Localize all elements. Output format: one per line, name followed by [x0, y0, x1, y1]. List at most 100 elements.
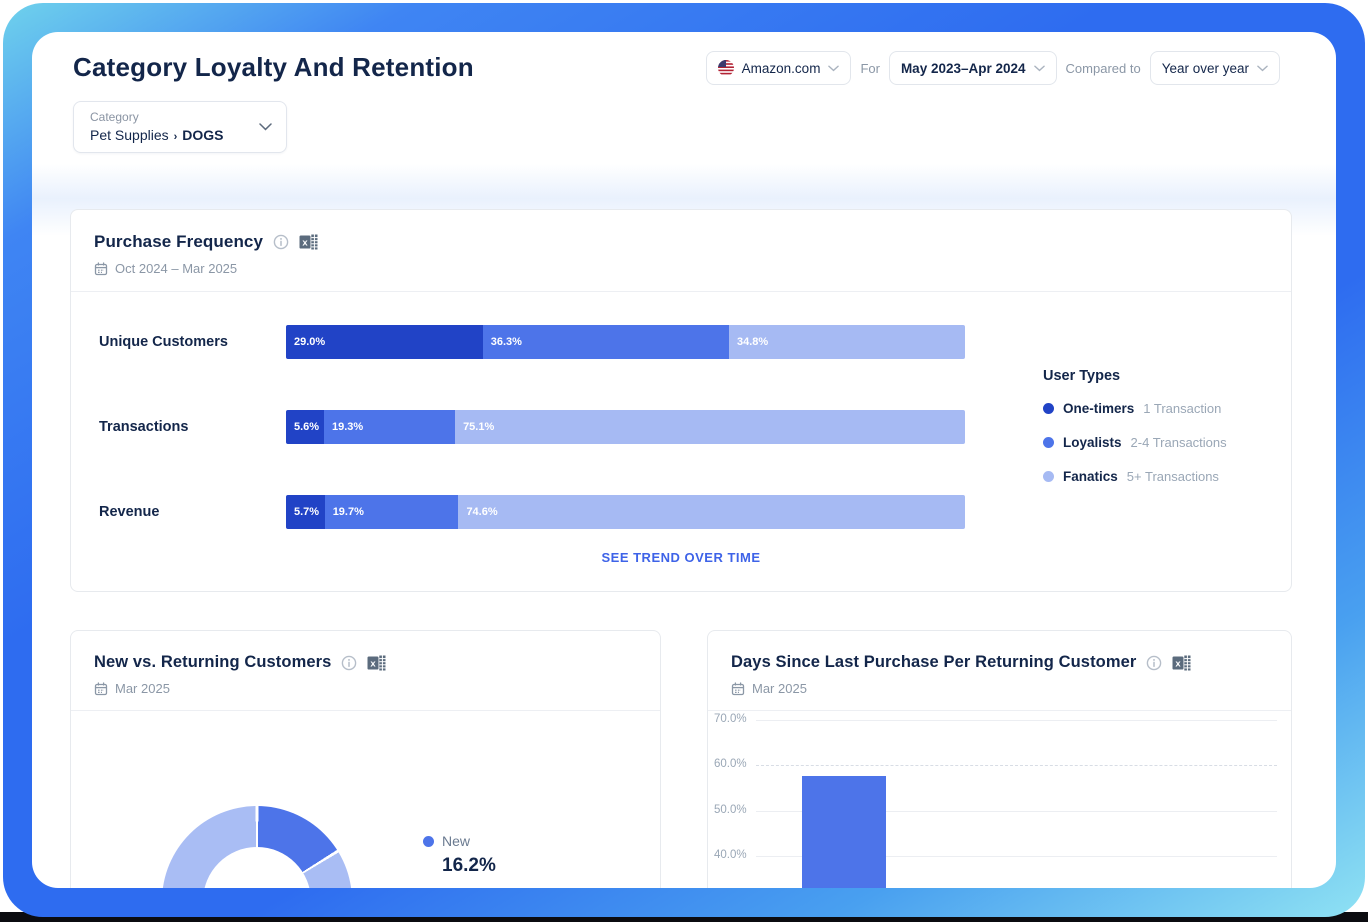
info-icon[interactable] [273, 234, 289, 250]
calendar-icon [731, 682, 745, 696]
bar-segment-loyalists: 19.7% [325, 495, 459, 529]
stacked-bar: 5.6% 19.3% 75.1% [286, 410, 965, 444]
bar-row-label: Revenue [99, 504, 159, 520]
category-separator: › [174, 131, 178, 143]
y-axis-tick-label: 60.0% [714, 758, 747, 770]
legend-item-loyalists: Loyalists 2-4 Transactions [1043, 435, 1283, 450]
bar-segment-loyalists: 19.3% [324, 410, 455, 444]
card-header-divider [71, 291, 1291, 292]
period-dropdown-value: May 2023–Apr 2024 [901, 61, 1026, 76]
new-vs-returning-card: New vs. Returning Customers x [70, 630, 661, 888]
bar-segment-loyalists: 36.3% [483, 325, 729, 359]
legend-dot [423, 836, 434, 847]
calendar-icon [94, 682, 108, 696]
for-label: For [860, 61, 880, 76]
bar-row-revenue: Revenue 5.7% 19.7% 74.6% [71, 495, 1291, 529]
new-vs-returning-header: New vs. Returning Customers x [94, 653, 640, 696]
segment-value: 36.3% [491, 336, 522, 348]
gridline [756, 765, 1277, 766]
donut-hole [203, 847, 311, 888]
segment-value: 5.7% [294, 506, 319, 518]
bar-segment-one-timers: 5.6% [286, 410, 324, 444]
legend-item-one-timers: One-timers 1 Transaction [1043, 401, 1283, 416]
new-vs-returning-date: Mar 2025 [115, 681, 170, 696]
card-header-divider [71, 710, 660, 711]
svg-text:x: x [1176, 658, 1182, 669]
period-dropdown[interactable]: May 2023–Apr 2024 [889, 51, 1057, 85]
purchase-frequency-header: Purchase Frequency x [94, 232, 1271, 276]
comparison-dropdown[interactable]: Year over year [1150, 51, 1280, 85]
segment-value: 34.8% [737, 336, 768, 348]
new-legend: New 16.2% [423, 833, 496, 877]
excel-export-icon[interactable]: x [367, 654, 386, 672]
bar-row-label: Unique Customers [99, 334, 228, 350]
purchase-frequency-card: Purchase Frequency x [70, 209, 1292, 592]
compared-to-label: Compared to [1066, 61, 1141, 76]
bar-row-label: Transactions [99, 419, 188, 435]
site-dropdown-value: Amazon.com [742, 61, 821, 76]
legend-name: New [442, 833, 470, 849]
chevron-down-icon [259, 123, 272, 131]
chevron-down-icon [828, 65, 839, 72]
stacked-bar: 29.0% 36.3% 34.8% [286, 325, 965, 359]
legend-name: Fanatics [1063, 469, 1118, 484]
purchase-frequency-title: Purchase Frequency [94, 232, 263, 252]
chevron-down-icon [1257, 65, 1268, 72]
segment-value: 74.6% [466, 506, 497, 518]
bar-segment-one-timers: 29.0% [286, 325, 483, 359]
legend-dot [1043, 403, 1054, 414]
days-since-header: Days Since Last Purchase Per Returning C… [731, 653, 1271, 696]
bar-segment-fanatics: 34.8% [729, 325, 965, 359]
legend-desc: 2-4 Transactions [1131, 435, 1227, 450]
y-axis-tick-label: 50.0% [714, 804, 747, 816]
svg-text:x: x [302, 238, 308, 249]
segment-value: 75.1% [463, 421, 494, 433]
legend-dot [1043, 471, 1054, 482]
site-dropdown[interactable]: Amazon.com [706, 51, 852, 85]
user-types-legend: User Types One-timers 1 Transaction Loya… [1043, 368, 1283, 484]
comparison-dropdown-value: Year over year [1162, 61, 1249, 76]
info-icon[interactable] [1146, 655, 1162, 671]
gridline [756, 720, 1277, 721]
segment-value: 29.0% [294, 336, 325, 348]
days-since-last-purchase-card: Days Since Last Purchase Per Returning C… [707, 630, 1292, 888]
category-picker[interactable]: Category Pet Supplies › DOGS [73, 101, 287, 153]
info-icon[interactable] [341, 655, 357, 671]
bar-segment-one-timers: 5.7% [286, 495, 325, 529]
category-root: Pet Supplies [90, 127, 169, 143]
new-vs-returning-title: New vs. Returning Customers [94, 653, 331, 672]
segment-value: 19.3% [332, 421, 363, 433]
legend-desc: 1 Transaction [1143, 401, 1221, 416]
category-picker-value: Pet Supplies › DOGS [90, 127, 224, 143]
legend-name: One-timers [1063, 401, 1134, 416]
page-title: Category Loyalty And Retention [73, 52, 474, 83]
stacked-bar: 5.7% 19.7% 74.6% [286, 495, 965, 529]
category-leaf: DOGS [182, 127, 223, 143]
new-vs-returning-donut-chart [162, 806, 352, 888]
legend-name: Loyalists [1063, 435, 1122, 450]
days-since-date: Mar 2025 [752, 681, 807, 696]
days-since-title: Days Since Last Purchase Per Returning C… [731, 653, 1136, 672]
segment-value: 19.7% [333, 506, 364, 518]
category-picker-label: Category [90, 110, 139, 124]
chevron-down-icon [1034, 65, 1045, 72]
calendar-icon [94, 262, 108, 276]
purchase-frequency-date-range: Oct 2024 – Mar 2025 [115, 261, 237, 276]
legend-title: User Types [1043, 368, 1283, 384]
bar-segment-fanatics: 74.6% [458, 495, 965, 529]
y-axis-tick-label: 40.0% [714, 849, 747, 861]
bar-row-unique-customers: Unique Customers 29.0% 36.3% 34.8% [71, 325, 1291, 359]
bar-segment-fanatics: 75.1% [455, 410, 965, 444]
returning-customer-bar [802, 776, 886, 888]
segment-value: 5.6% [294, 421, 319, 433]
see-trend-over-time-link[interactable]: SEE TREND OVER TIME [71, 550, 1291, 565]
legend-item-fanatics: Fanatics 5+ Transactions [1043, 469, 1283, 484]
legend-desc: 5+ Transactions [1127, 469, 1219, 484]
us-flag-icon [718, 60, 734, 76]
excel-export-icon[interactable]: x [1172, 654, 1191, 672]
y-axis-tick-label: 70.0% [714, 713, 747, 725]
top-filter-bar: Amazon.com For May 2023–Apr 2024 Compare… [706, 51, 1280, 85]
excel-export-icon[interactable]: x [299, 233, 318, 251]
svg-text:x: x [371, 658, 377, 669]
legend-dot [1043, 437, 1054, 448]
